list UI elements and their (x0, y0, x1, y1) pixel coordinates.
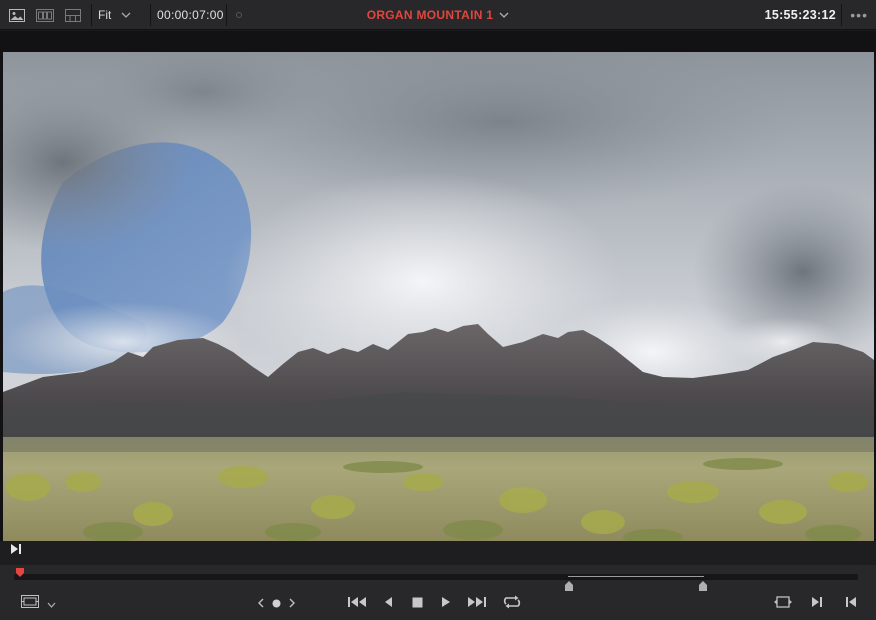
video-frame (3, 52, 874, 542)
viewer-toolbar: Fit 00:00:07:00 ORGAN MOUNTAIN 1 15:55:2… (0, 0, 876, 30)
play-reverse-icon (384, 595, 393, 613)
toolbar-divider (150, 4, 151, 26)
playhead-icon[interactable] (15, 566, 25, 578)
chevron-down-icon (47, 595, 56, 613)
chevron-down-icon (499, 10, 509, 21)
next-frame-marker-icon (811, 595, 823, 613)
clip-title: ORGAN MOUNTAIN 1 (366, 8, 494, 22)
zoom-fit-dropdown[interactable]: Fit (98, 0, 131, 30)
chevron-down-icon (121, 10, 131, 21)
toolbar-divider (226, 4, 227, 26)
mark-in-icon[interactable] (10, 542, 22, 554)
clip-duration-timecode[interactable]: 00:00:07:00 (157, 0, 224, 30)
prev-clip-icon[interactable] (257, 595, 264, 613)
film-strip-icon[interactable] (34, 6, 56, 24)
status-dot-icon (236, 12, 242, 18)
viewer-options-button[interactable] (18, 594, 58, 614)
loop-button[interactable] (501, 594, 523, 614)
go-to-start-icon (347, 595, 367, 613)
toolbar-divider (91, 4, 92, 26)
prev-frame-marker-button[interactable] (842, 594, 860, 614)
stop-button[interactable] (409, 594, 425, 614)
more-options-button[interactable]: ••• (850, 0, 868, 30)
stop-icon (412, 595, 423, 613)
in-out-range (568, 576, 704, 577)
next-clip-icon[interactable] (289, 595, 295, 613)
next-frame-marker-button[interactable] (808, 594, 826, 614)
viewer-options-icon (20, 595, 39, 613)
prev-frame-marker-icon (845, 595, 857, 613)
jog-wheel-icon[interactable] (272, 595, 281, 613)
clip-title-dropdown[interactable]: ORGAN MOUNTAIN 1 (367, 8, 510, 22)
out-point-handle[interactable] (699, 578, 707, 591)
scrub-bar[interactable] (14, 574, 858, 580)
view-mode-group (6, 0, 84, 30)
timeline-marker-strip (0, 541, 876, 565)
current-timecode[interactable]: 15:55:23:12 (765, 0, 836, 30)
in-point-handle[interactable] (565, 578, 573, 591)
clip-title-group: ORGAN MOUNTAIN 1 (0, 0, 876, 30)
play-button[interactable] (438, 594, 454, 614)
toolbar-divider (841, 4, 842, 26)
layout-icon[interactable] (62, 6, 84, 24)
image-view-icon[interactable] (6, 6, 28, 24)
go-to-end-icon (467, 595, 487, 613)
match-frame-button[interactable] (772, 594, 794, 614)
loop-icon (502, 595, 522, 614)
zoom-fit-label: Fit (98, 8, 112, 22)
jog-control (256, 594, 296, 614)
match-frame-icon (773, 595, 793, 614)
go-to-end-button[interactable] (466, 594, 488, 614)
video-viewer[interactable] (3, 52, 874, 542)
play-reverse-button[interactable] (380, 594, 396, 614)
play-icon (441, 595, 451, 613)
go-to-start-button[interactable] (346, 594, 368, 614)
